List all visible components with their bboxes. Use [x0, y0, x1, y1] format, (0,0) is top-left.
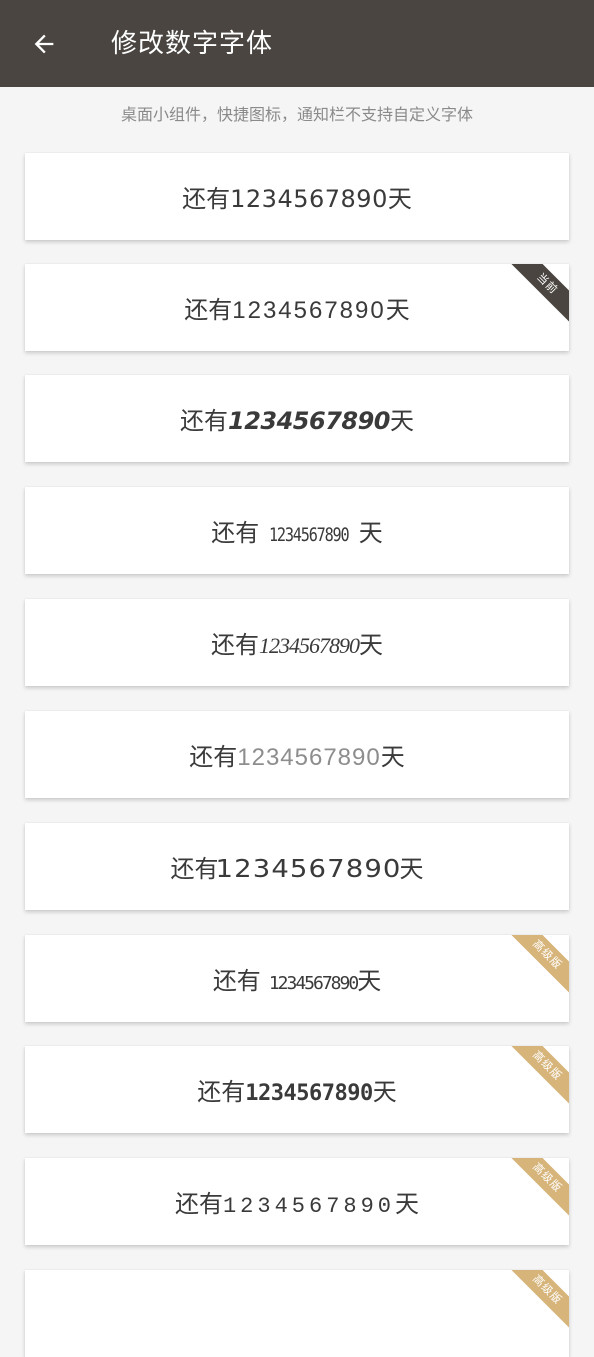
sample-prefix: 还有	[212, 967, 261, 995]
current-badge: 当前	[502, 264, 569, 329]
sample-suffix: 天	[357, 967, 382, 995]
font-option-card[interactable]: 还有 1234567890 天	[25, 487, 569, 574]
sample-suffix: 天	[359, 631, 383, 659]
sample-suffix: 天	[372, 1078, 397, 1106]
font-sample: 还有1234567890天	[189, 737, 404, 772]
sample-digits: 1234567890	[259, 633, 360, 658]
sample-digits: 1234567890	[232, 297, 386, 324]
font-option-card[interactable]: 还有1234567890天	[25, 153, 569, 240]
arrow-left-icon	[34, 34, 54, 54]
sample-suffix: 天	[395, 1190, 420, 1218]
sample-prefix: 还有	[182, 185, 231, 213]
sample-digits: 1234567890	[216, 854, 402, 883]
sample-prefix: 还有	[180, 407, 228, 435]
font-option-card[interactable]: 还有1234567890天	[25, 375, 569, 462]
sample-prefix: 还有	[174, 1190, 223, 1218]
font-sample: 还有 1234567890 天	[211, 513, 382, 548]
font-option-card[interactable]: 还有1234567890天 高级版	[25, 1158, 569, 1245]
sample-prefix: 还有	[184, 296, 233, 324]
font-sample: 还有1234567890天	[184, 290, 409, 325]
premium-badge: 高级版	[502, 935, 569, 1000]
font-sample: 还有1234567890天	[170, 849, 423, 884]
premium-badge: 高级版	[502, 1158, 569, 1223]
font-option-card[interactable]: 还有1234567890天	[25, 599, 569, 686]
sample-prefix: 还有	[211, 631, 259, 659]
sample-digits: 1234567890	[228, 407, 391, 435]
sample-prefix: 还有	[211, 519, 260, 547]
font-sample: 还有 1234567890天	[213, 961, 381, 996]
sample-prefix: 还有	[197, 1078, 246, 1106]
font-sample: 还有1234567890天	[211, 625, 383, 660]
sample-digits: 1234567890	[268, 973, 359, 994]
sample-suffix: 天	[399, 855, 424, 883]
font-sample: 还有1234567890天	[182, 179, 412, 214]
back-button[interactable]	[22, 22, 66, 66]
sample-prefix: 还有	[189, 743, 238, 771]
font-sample: 还有1234567890天	[197, 1072, 396, 1107]
premium-badge: 高级版	[502, 1046, 569, 1111]
sample-suffix: 天	[390, 407, 414, 435]
sample-digits: 1234567890	[269, 524, 350, 546]
font-support-note: 桌面小组件，快捷图标，通知栏不支持自定义字体	[120, 105, 473, 124]
app-bar: 修改数字字体	[0, 0, 594, 87]
font-option-card[interactable]: 还有 1234567890天 高级版	[25, 935, 569, 1022]
sample-suffix: 天	[380, 743, 405, 771]
sample-digits: 1234567890	[237, 744, 381, 771]
sample-digits: 1234567890	[222, 1194, 396, 1219]
sample-suffix: 天	[387, 185, 412, 213]
font-sample: 还有1234567890天	[180, 401, 414, 436]
sample-digits: 1234567890	[245, 1081, 373, 1106]
font-option-card[interactable]: 还有1234567890天	[25, 711, 569, 798]
page-title: 修改数字字体	[111, 29, 274, 59]
font-option-card[interactable]: 高级版	[25, 1270, 569, 1357]
sample-suffix: 天	[385, 296, 410, 324]
sample-suffix: 天	[358, 519, 383, 547]
sample-prefix: 还有	[170, 855, 219, 883]
font-option-card[interactable]: 还有1234567890天	[25, 823, 569, 910]
font-option-card[interactable]: 还有1234567890天 当前	[25, 264, 569, 351]
font-sample: 还有1234567890天	[175, 1184, 419, 1219]
sample-digits: 1234567890	[230, 185, 388, 213]
font-option-card[interactable]: 还有1234567890天 高级版	[25, 1046, 569, 1133]
